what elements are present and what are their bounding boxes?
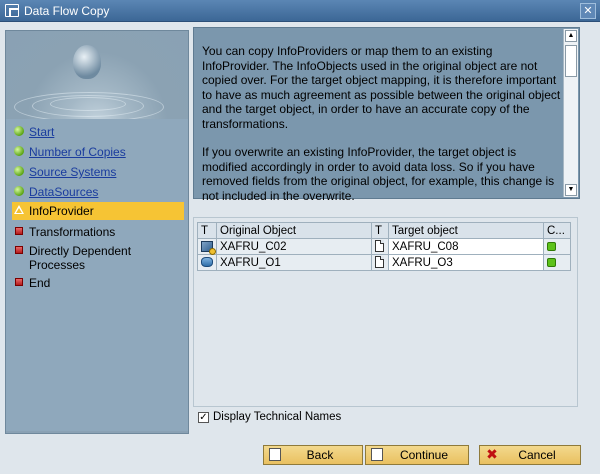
- back-icon: [269, 448, 281, 461]
- display-technical-names-checkbox[interactable]: ✓: [198, 412, 209, 423]
- datastore-icon: [201, 257, 213, 268]
- step-label[interactable]: Start: [29, 125, 54, 139]
- title-bar: Data Flow Copy ✕: [0, 0, 600, 22]
- object-mapping-table-area: T Original Object T Target object C... X…: [193, 217, 578, 407]
- step-label: InfoProvider: [29, 204, 94, 218]
- step-label[interactable]: DataSources: [29, 185, 98, 199]
- continue-button[interactable]: Continue: [365, 445, 469, 465]
- warning-triangle-icon: [14, 205, 24, 214]
- step-label: Directly Dependent Processes: [29, 244, 132, 272]
- column-header[interactable]: T: [197, 222, 217, 239]
- step-done-icon: [14, 186, 24, 196]
- step-label: Transformations: [29, 225, 116, 239]
- close-icon[interactable]: ✕: [580, 3, 596, 19]
- info-scrollbar[interactable]: ▲ ▼: [563, 29, 578, 197]
- step-source-systems[interactable]: Source Systems: [12, 163, 184, 181]
- dialog-body: Start Number of Copies Source Systems Da…: [0, 22, 600, 474]
- cancel-button[interactable]: ✖ Cancel: [479, 445, 581, 465]
- info-paragraph: If you overwrite an existing InfoProvide…: [202, 145, 555, 203]
- original-object-cell: XAFRU_O1: [216, 254, 372, 271]
- copy-window-icon: [5, 4, 19, 17]
- step-label[interactable]: Number of Copies: [29, 145, 126, 159]
- continue-button-label: Continue: [399, 448, 449, 462]
- step-done-icon: [14, 146, 24, 156]
- step-end: End: [12, 274, 184, 292]
- step-directly-dependent-processes: Directly Dependent Processes: [12, 242, 184, 274]
- green-status-icon: [547, 257, 556, 267]
- cancel-icon: ✖: [486, 446, 498, 462]
- step-transformations: Transformations: [12, 223, 184, 241]
- original-type-cell: [197, 254, 217, 271]
- step-infoprovider[interactable]: InfoProvider: [12, 202, 184, 220]
- column-header[interactable]: C...: [543, 222, 571, 239]
- step-list: Start Number of Copies Source Systems Da…: [6, 119, 188, 431]
- original-type-cell: [197, 238, 217, 255]
- green-status-icon: [547, 241, 556, 251]
- object-mapping-table: T Original Object T Target object C... X…: [197, 222, 571, 271]
- table-header-row: T Original Object T Target object C...: [197, 222, 571, 239]
- target-object-input[interactable]: XAFRU_O3: [388, 254, 544, 271]
- table-row[interactable]: XAFRU_C02 XAFRU_C08: [197, 238, 571, 255]
- step-pending-icon: [15, 278, 23, 286]
- step-pending-icon: [15, 227, 23, 235]
- scroll-down-icon[interactable]: ▼: [565, 184, 577, 196]
- scroll-thumb[interactable]: [565, 45, 577, 77]
- cancel-button-label: Cancel: [518, 448, 556, 462]
- back-button[interactable]: Back: [263, 445, 363, 465]
- step-done-icon: [14, 166, 24, 176]
- original-object-cell: XAFRU_C02: [216, 238, 372, 255]
- target-type-cell: [371, 254, 389, 271]
- back-button-label: Back: [306, 448, 334, 462]
- target-object-input[interactable]: XAFRU_C08: [388, 238, 544, 255]
- column-header[interactable]: Original Object: [216, 222, 372, 239]
- info-text-panel: You can copy InfoProviders or map them t…: [193, 27, 580, 203]
- continue-icon: [371, 448, 383, 461]
- info-text: You can copy InfoProviders or map them t…: [202, 44, 562, 217]
- window-title: Data Flow Copy: [24, 4, 110, 18]
- column-header[interactable]: Target object: [388, 222, 544, 239]
- step-done-icon: [14, 126, 24, 136]
- scroll-up-icon[interactable]: ▲: [565, 30, 577, 42]
- step-label: End: [29, 276, 51, 290]
- infocube-icon: [201, 240, 216, 255]
- step-label[interactable]: Source Systems: [29, 165, 116, 179]
- step-number-of-copies[interactable]: Number of Copies: [12, 143, 184, 161]
- table-row[interactable]: XAFRU_O1 XAFRU_O3: [197, 254, 571, 271]
- document-icon: [375, 240, 384, 253]
- step-pending-icon: [15, 246, 23, 254]
- document-icon: [375, 256, 384, 269]
- status-cell: [543, 238, 571, 255]
- water-drop-image: [6, 31, 188, 131]
- wizard-step-panel: Start Number of Copies Source Systems Da…: [5, 30, 189, 434]
- step-start[interactable]: Start: [12, 123, 184, 141]
- info-paragraph: You can copy InfoProviders or map them t…: [202, 44, 561, 131]
- target-type-cell: [371, 238, 389, 255]
- step-datasources[interactable]: DataSources: [12, 183, 184, 201]
- column-header[interactable]: T: [371, 222, 389, 239]
- display-technical-names-label[interactable]: Display Technical Names: [213, 411, 341, 423]
- status-cell: [543, 254, 571, 271]
